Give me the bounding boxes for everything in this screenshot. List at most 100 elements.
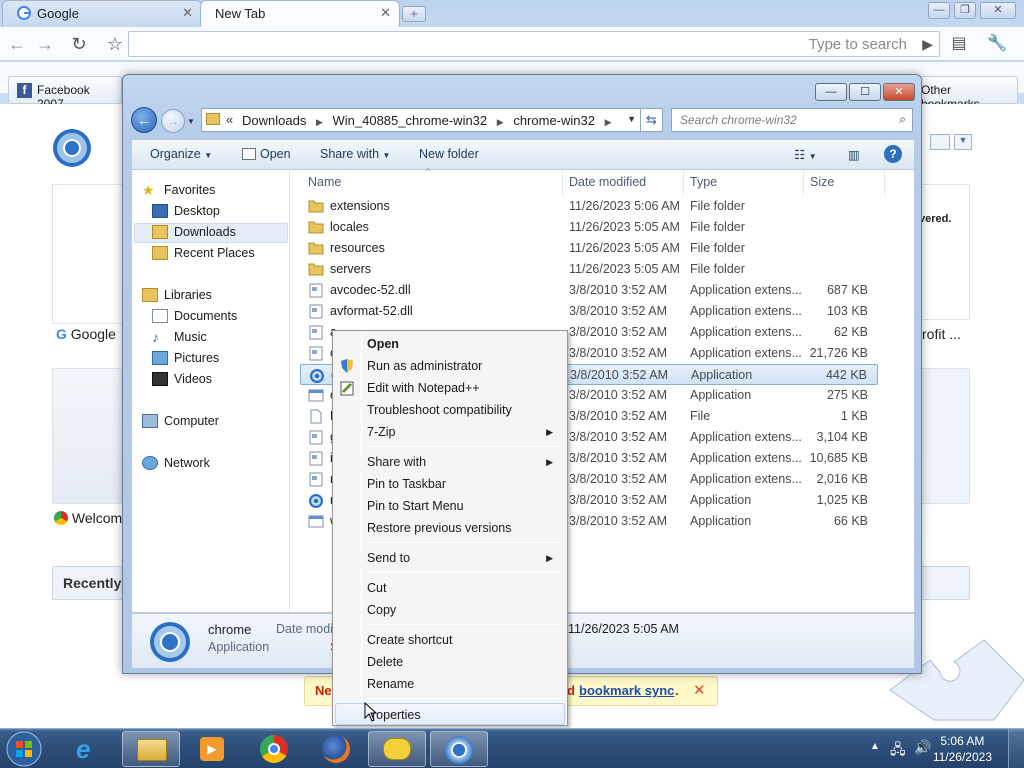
close-icon[interactable]: ✕ [693, 677, 706, 705]
breadcrumb-item[interactable]: Win_40885_chrome-win32 [333, 113, 488, 128]
tab-new-tab[interactable]: New Tab ✕ [200, 0, 400, 27]
go-arrow-icon[interactable]: ▶ [922, 36, 933, 53]
other-bookmarks[interactable]: Other bookmarks [914, 76, 1018, 111]
nav-recent-places[interactable]: Recent Places [150, 243, 255, 263]
breadcrumb-item[interactable]: Downloads [242, 113, 306, 128]
preview-pane-icon[interactable]: ▥ [848, 147, 860, 162]
file-row[interactable]: locales 11/26/2023 5:05 AM File folder [300, 217, 878, 238]
nav-downloads[interactable]: Downloads [150, 222, 236, 242]
restore-icon[interactable]: ❐ [954, 2, 976, 19]
taskbar-chrome-app[interactable] [430, 731, 488, 767]
new-tab-button[interactable]: + [402, 6, 426, 22]
menu-item-share-with[interactable]: Share with ▶ [335, 451, 565, 473]
column-header-date[interactable]: Date modified [569, 175, 646, 189]
list-view-icon[interactable] [930, 134, 950, 150]
menu-item-cut[interactable]: Cut [335, 577, 565, 599]
wrench-icon[interactable]: 🔧 [986, 34, 1008, 54]
file-row[interactable]: avcodec-52.dll 3/8/2010 3:52 AM Applicatio… [300, 280, 878, 301]
show-desktop-button[interactable] [1008, 729, 1024, 768]
breadcrumb-overflow[interactable]: « [226, 112, 233, 127]
thumbnail-label[interactable]: G Google [56, 326, 116, 342]
nav-computer[interactable]: Computer [140, 411, 219, 431]
organize-button[interactable]: Organize ▼ [150, 147, 212, 161]
share-with-button[interactable]: Share with ▼ [320, 147, 390, 161]
nav-favorites[interactable]: ★ Favorites [140, 180, 215, 200]
close-tab-icon[interactable]: ✕ [182, 5, 193, 21]
forward-arrow-icon[interactable]: → [161, 109, 185, 133]
column-separator[interactable] [803, 170, 804, 196]
column-header-size[interactable]: Size [810, 175, 834, 189]
minimize-icon[interactable]: — [815, 83, 847, 101]
bookmark-sync-link[interactable]: bookmark sync [579, 677, 674, 705]
volume-icon[interactable]: 🔊 [914, 739, 931, 756]
thumbnail[interactable] [52, 368, 124, 504]
recent-pages-chevron-icon[interactable]: ▼ [187, 117, 195, 126]
nav-pictures[interactable]: Pictures [150, 348, 219, 368]
file-row[interactable]: extensions 11/26/2023 5:06 AM File folder [300, 196, 878, 217]
thumbnail[interactable]: vered. [918, 184, 970, 320]
taskbar-ie[interactable]: e [60, 731, 118, 767]
menu-item-edit-notepad[interactable]: Edit with Notepad++ [335, 377, 565, 399]
column-separator[interactable] [884, 170, 885, 196]
star-bookmark-icon[interactable]: ☆ [104, 34, 126, 54]
close-window-icon[interactable]: ✕ [980, 2, 1016, 19]
menu-item-open[interactable]: Open [335, 333, 565, 355]
nav-network[interactable]: Network [140, 453, 210, 473]
menu-item-run-as-admin[interactable]: Run as administrator [335, 355, 565, 377]
nav-documents[interactable]: Documents [150, 306, 237, 326]
network-tray-icon[interactable]: 🖧 [890, 739, 906, 763]
menu-item-pin-taskbar[interactable]: Pin to Taskbar [335, 473, 565, 495]
nav-music[interactable]: ♪ Music [150, 327, 207, 347]
close-tab-icon[interactable]: ✕ [380, 5, 391, 21]
menu-item-pin-start[interactable]: Pin to Start Menu [335, 495, 565, 517]
taskbar-explorer[interactable] [122, 731, 180, 767]
show-hidden-icons-icon[interactable]: ▲ [870, 741, 880, 752]
file-row[interactable]: resources 11/26/2023 5:05 AM File folder [300, 238, 878, 259]
menu-item-copy[interactable]: Copy [335, 599, 565, 621]
omnibox-input[interactable]: Type to search ▶ [128, 31, 940, 57]
address-bar[interactable]: « Downloads ▶ Win_40885_chrome-win32 ▶ c… [201, 108, 641, 132]
nav-desktop[interactable]: Desktop [150, 201, 220, 221]
chevron-down-icon[interactable]: ▼ [954, 134, 972, 150]
taskbar-chat[interactable] [368, 731, 426, 767]
menu-item-restore-versions[interactable]: Restore previous versions [335, 517, 565, 539]
file-row[interactable]: servers 11/26/2023 5:05 AM File folder [300, 259, 878, 280]
menu-item-rename[interactable]: Rename [335, 673, 565, 695]
nav-videos[interactable]: Videos [150, 369, 212, 389]
menu-item-delete[interactable]: Delete [335, 651, 565, 673]
nav-libraries[interactable]: Libraries [140, 285, 212, 305]
file-row[interactable]: avformat-52.dll 3/8/2010 3:52 AM Applicati… [300, 301, 878, 322]
column-header-name[interactable]: Name [308, 175, 341, 189]
bookmark-facebook[interactable]: f Facebook 2007 [8, 76, 122, 111]
forward-arrow-icon[interactable]: → [34, 34, 56, 54]
minimize-icon[interactable]: — [928, 2, 950, 19]
address-dropdown-icon[interactable]: ▼ [627, 114, 636, 124]
thumbnail[interactable] [918, 368, 970, 504]
menu-item-7zip[interactable]: 7-Zip ▶ [335, 421, 565, 443]
tab-google[interactable]: Google ✕ [2, 0, 202, 27]
start-button[interactable] [2, 730, 46, 768]
thumbnail-label[interactable]: rofit ... [922, 326, 961, 342]
thumbnail[interactable] [52, 184, 124, 324]
maximize-icon[interactable]: ☐ [849, 83, 881, 101]
page-menu-icon[interactable]: ▤ [948, 34, 970, 54]
taskbar-chrome[interactable] [246, 731, 304, 767]
menu-item-troubleshoot[interactable]: Troubleshoot compatibility [335, 399, 565, 421]
thumbnail-label[interactable]: Welcom [54, 510, 122, 526]
search-input[interactable]: Search chrome-win32 ⌕ [671, 108, 913, 132]
menu-item-create-shortcut[interactable]: Create shortcut [335, 629, 565, 651]
column-header-type[interactable]: Type [690, 175, 717, 189]
taskbar-firefox[interactable] [308, 731, 366, 767]
back-arrow-icon[interactable]: ← [131, 107, 157, 133]
column-separator[interactable] [562, 170, 563, 196]
reload-icon[interactable]: ↻ [68, 34, 90, 54]
close-icon[interactable]: ✕ [883, 83, 915, 101]
clock[interactable]: 5:06 AM 11/26/2023 [933, 733, 992, 765]
open-button[interactable]: Open [242, 147, 291, 161]
back-arrow-icon[interactable]: ← [6, 34, 28, 54]
menu-item-send-to[interactable]: Send to ▶ [335, 547, 565, 569]
help-icon[interactable]: ? [884, 145, 902, 163]
taskbar-media-player[interactable]: ▶ [184, 731, 242, 767]
refresh-icon[interactable]: ⇆ [641, 108, 663, 132]
column-separator[interactable] [683, 170, 684, 196]
